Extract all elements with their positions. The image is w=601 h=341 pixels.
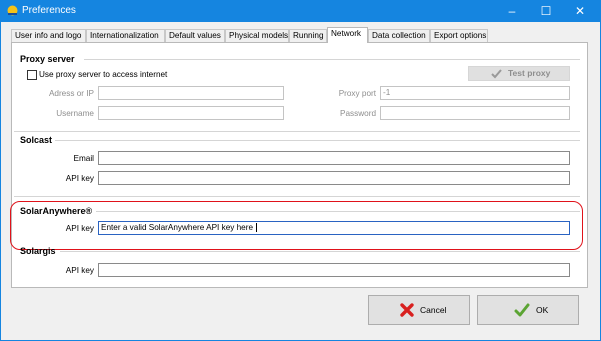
- proxy-port-label: Proxy port: [338, 89, 376, 98]
- solcast-group-title: Solcast: [20, 135, 53, 145]
- proxy-server-group-title: Proxy server: [20, 54, 75, 64]
- proxy-port-input[interactable]: -1: [380, 86, 570, 100]
- solcast-email-label: Email: [73, 154, 94, 163]
- cancel-x-icon: [400, 303, 414, 317]
- maximize-button[interactable]: ☐: [531, 0, 561, 22]
- solcast-email-input[interactable]: [98, 151, 570, 165]
- minimize-button[interactable]: –: [497, 0, 527, 22]
- group-divider: [60, 251, 580, 252]
- close-window-button[interactable]: ✕: [565, 0, 595, 22]
- tab-running[interactable]: Running: [289, 29, 327, 42]
- username-input[interactable]: [98, 106, 284, 120]
- highlight-outline: [10, 201, 583, 250]
- window-title: Preferences: [22, 5, 76, 16]
- solargis-apikey-input[interactable]: [98, 263, 570, 277]
- group-divider: [14, 131, 580, 132]
- tab-export-options[interactable]: Export options: [430, 29, 488, 42]
- cancel-button[interactable]: Cancel: [368, 295, 470, 325]
- check-icon: [491, 69, 502, 79]
- solargis-group-title: Solargis: [20, 246, 56, 256]
- address-input[interactable]: [98, 86, 284, 100]
- address-label: Adress or IP: [48, 89, 94, 98]
- solargis-apikey-label: API key: [65, 266, 94, 275]
- tab-physical-models[interactable]: Physical models: [225, 29, 289, 42]
- group-divider: [55, 140, 580, 141]
- ok-button-label: OK: [536, 305, 549, 315]
- tab-data-collection[interactable]: Data collection: [368, 29, 430, 42]
- group-divider: [84, 59, 580, 60]
- tab-user-info-and-logo[interactable]: User info and logo: [11, 29, 86, 42]
- use-proxy-label: Use proxy server to access internet: [39, 70, 168, 79]
- cancel-button-label: Cancel: [420, 305, 447, 315]
- tab-internationalization[interactable]: Internationalization: [86, 29, 165, 42]
- password-input[interactable]: [380, 106, 570, 120]
- username-label: Username: [56, 109, 94, 118]
- group-divider: [14, 196, 580, 197]
- use-proxy-checkbox[interactable]: [27, 70, 37, 80]
- tab-network[interactable]: Network: [327, 27, 368, 43]
- title-bar: Preferences – ☐ ✕: [0, 0, 601, 22]
- solcast-apikey-input[interactable]: [98, 171, 570, 185]
- test-proxy-button[interactable]: Test proxy: [468, 66, 570, 81]
- ok-button[interactable]: OK: [477, 295, 579, 325]
- ok-check-icon: [514, 303, 530, 317]
- test-proxy-label: Test proxy: [508, 68, 551, 78]
- app-logo-icon: [7, 5, 18, 16]
- solcast-apikey-label: API key: [65, 174, 94, 183]
- password-label: Password: [340, 109, 376, 118]
- tab-default-values[interactable]: Default values: [165, 29, 225, 42]
